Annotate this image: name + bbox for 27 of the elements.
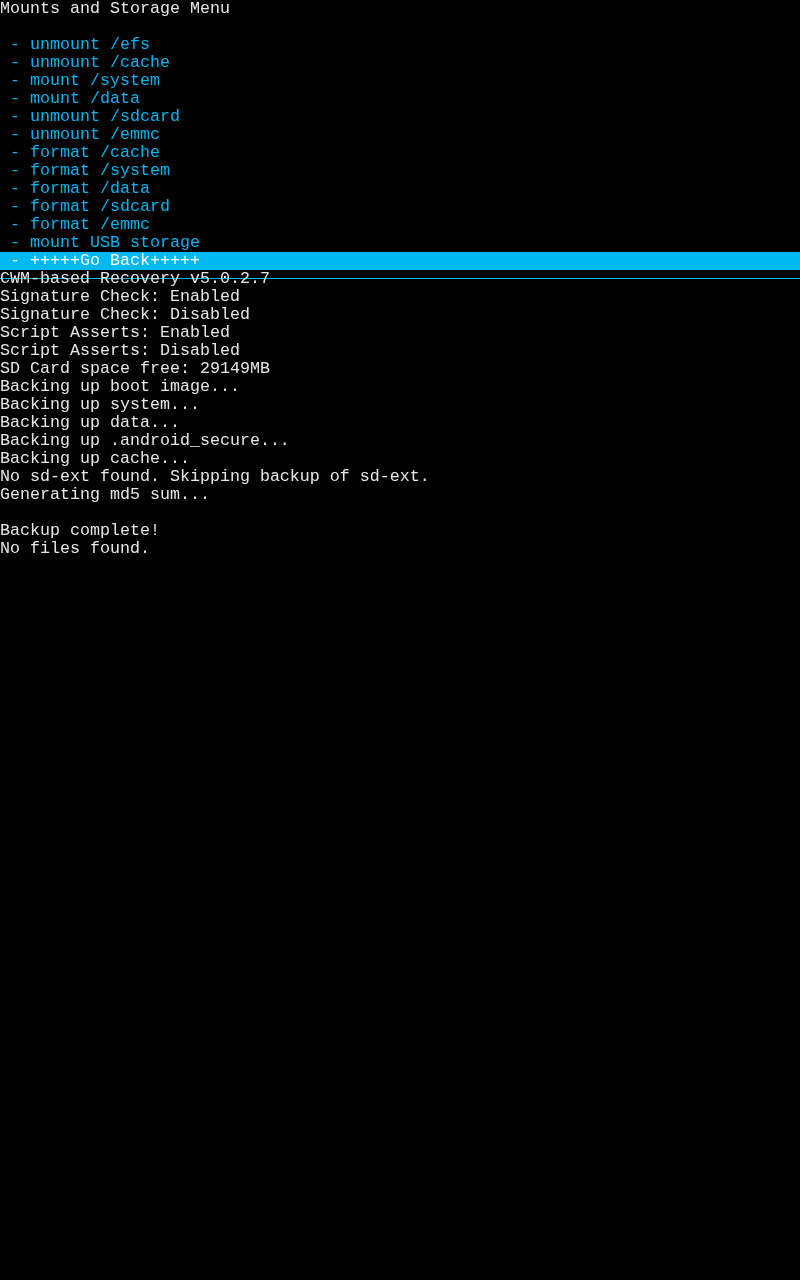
log-line: No files found.: [0, 540, 150, 558]
log-line: No sd-ext found. Skipping backup of sd-ext.: [0, 468, 430, 486]
menu-item[interactable]: - mount USB storage: [0, 234, 800, 252]
menu-item[interactable]: - format /cache: [0, 144, 800, 162]
menu-item[interactable]: - unmount /emmc: [0, 126, 800, 144]
menu-title: Mounts and Storage Menu: [0, 0, 230, 18]
menu-item[interactable]: - unmount /sdcard: [0, 108, 800, 126]
menu-item[interactable]: - unmount /efs: [0, 36, 800, 54]
log-line: Generating md5 sum...: [0, 486, 210, 504]
log-line: Signature Check: Enabled: [0, 288, 240, 306]
log-line: Signature Check: Disabled: [0, 306, 250, 324]
log-line: Backing up cache...: [0, 450, 190, 468]
menu-item[interactable]: - mount /system: [0, 72, 800, 90]
log-line: Script Asserts: Disabled: [0, 342, 240, 360]
menu-item[interactable]: - unmount /cache: [0, 54, 800, 72]
menu-item[interactable]: - format /system: [0, 162, 800, 180]
log-line: Backing up .android_secure...: [0, 432, 290, 450]
menu-item[interactable]: - format /emmc: [0, 216, 800, 234]
log-line: Backing up data...: [0, 414, 180, 432]
log-line: Backing up system...: [0, 396, 200, 414]
log-line: Backup complete!: [0, 522, 160, 540]
menu-item[interactable]: - mount /data: [0, 90, 800, 108]
log-line: SD Card space free: 29149MB: [0, 360, 270, 378]
log-line: Backing up boot image...: [0, 378, 240, 396]
menu-item[interactable]: - format /data: [0, 180, 800, 198]
menu-item[interactable]: - format /sdcard: [0, 198, 800, 216]
log-line: Script Asserts: Enabled: [0, 324, 230, 342]
